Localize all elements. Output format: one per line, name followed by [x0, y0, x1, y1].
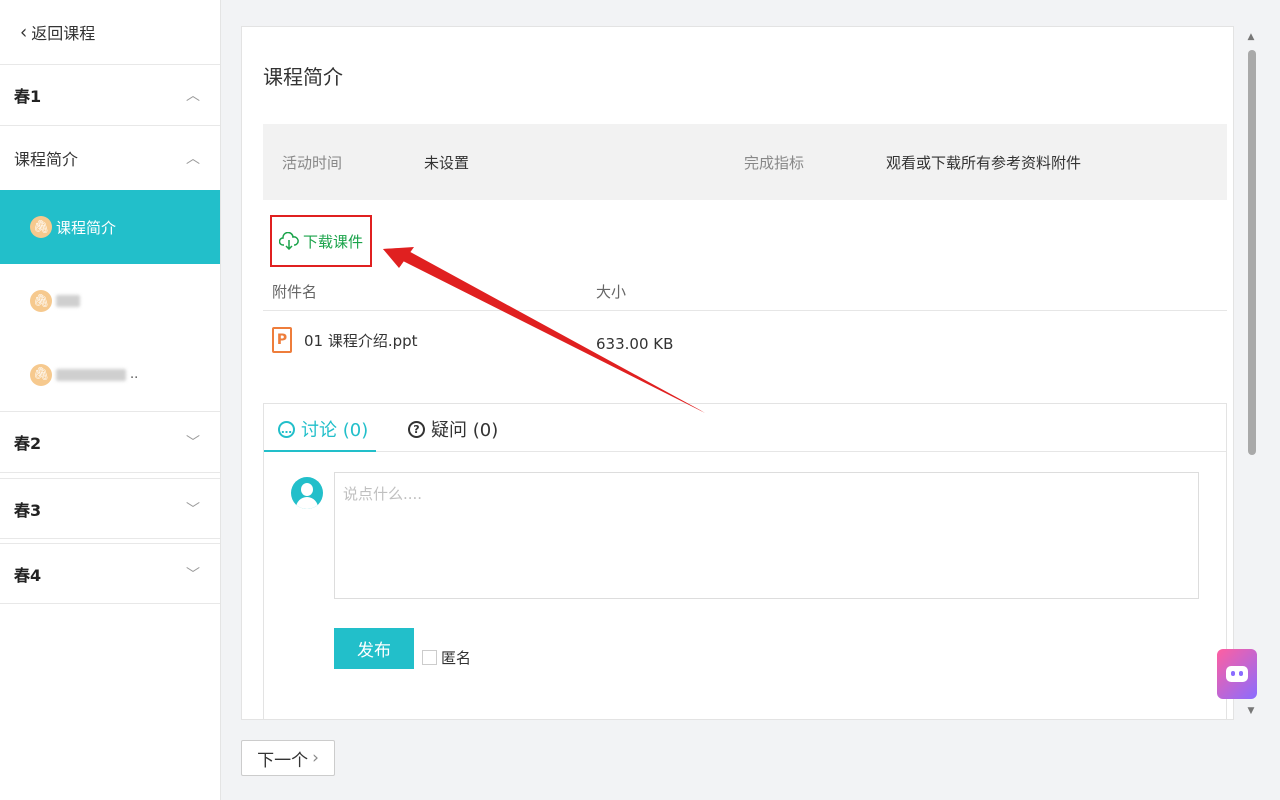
- scrollbar-thumb[interactable]: [1248, 50, 1256, 455]
- activity-time-label: 活动时间: [282, 153, 343, 172]
- column-header-name: 附件名: [272, 283, 318, 301]
- download-label: 下载课件: [302, 232, 363, 251]
- chevron-left-icon: ‹: [20, 20, 28, 44]
- attachment-size: 633.00 KB: [596, 335, 674, 353]
- tab-discussion[interactable]: … 讨论 (0): [278, 416, 368, 442]
- scroll-up-arrow-icon[interactable]: ▲: [1245, 32, 1257, 42]
- publish-button[interactable]: 发布: [334, 628, 414, 669]
- back-label: 返回课程: [31, 24, 96, 43]
- avatar: [291, 477, 323, 509]
- assistant-robot-button[interactable]: [1217, 649, 1257, 699]
- subsection-label: 课程简介: [14, 150, 79, 169]
- chevron-up-icon: ︿: [186, 88, 200, 104]
- download-courseware-button[interactable]: 下载课件: [270, 215, 372, 267]
- blurred-label: [56, 295, 80, 307]
- chevron-up-icon: ︿: [186, 151, 200, 167]
- next-label: 下一个: [257, 750, 309, 771]
- discussion-box: … 讨论 (0) ? 疑问 (0) 发布 匿名: [263, 403, 1227, 719]
- discussion-tabs: … 讨论 (0) ? 疑问 (0): [264, 404, 1226, 452]
- sidebar: ‹ 返回课程 春1 ︿ 课程简介 ︿ 🖇 课程简介 🖇 🖇 .. 春2 ﹀ 春3…: [0, 0, 221, 800]
- cloud-download-icon: [278, 232, 299, 250]
- paperclip-icon: 🖇: [30, 290, 52, 312]
- completion-label: 完成指标: [744, 153, 805, 172]
- chevron-right-icon: ›: [312, 748, 319, 768]
- question-icon: ?: [408, 420, 425, 438]
- completion-value: 观看或下载所有参考资料附件: [886, 153, 1082, 172]
- table-divider: [263, 310, 1227, 311]
- paperclip-icon: 🖇: [30, 216, 52, 238]
- sidebar-section-4[interactable]: 春4 ﹀: [0, 543, 220, 604]
- sidebar-item-blurred-1[interactable]: 🖇: [0, 264, 220, 338]
- chat-icon: …: [278, 420, 295, 438]
- blurred-label: [56, 368, 126, 381]
- tab-label: 疑问 (0): [431, 420, 499, 441]
- section-label: 春2: [14, 434, 42, 453]
- sidebar-section-1[interactable]: 春1 ︿: [0, 65, 220, 126]
- sidebar-section-2[interactable]: 春2 ﹀: [0, 412, 220, 473]
- ellipsis: ..: [130, 367, 139, 382]
- anonymous-checkbox[interactable]: [422, 650, 437, 665]
- activity-info-box: 活动时间 未设置 完成指标 观看或下载所有参考资料附件: [263, 124, 1227, 200]
- sidebar-item-intro[interactable]: 🖇 课程简介: [0, 190, 220, 264]
- anonymous-label: 匿名: [441, 649, 472, 667]
- comment-input[interactable]: [334, 472, 1199, 599]
- column-header-size: 大小: [596, 283, 627, 301]
- next-button[interactable]: 下一个 ›: [241, 740, 335, 776]
- chevron-down-icon: ﹀: [186, 435, 200, 451]
- robot-icon: [1226, 666, 1248, 682]
- scroll-down-arrow-icon[interactable]: ▼: [1245, 706, 1257, 716]
- sidebar-item-blurred-2[interactable]: 🖇 ..: [0, 338, 220, 412]
- active-tab-indicator: [264, 450, 376, 452]
- ppt-file-icon: P: [272, 327, 292, 353]
- scrollbar[interactable]: ▲ ▼: [1245, 30, 1257, 716]
- section-label: 春1: [14, 87, 42, 106]
- back-to-course-link[interactable]: ‹ 返回课程: [0, 0, 220, 65]
- section-label: 春3: [14, 500, 42, 520]
- content-panel: 课程简介 活动时间 未设置 完成指标 观看或下载所有参考资料附件 下载课件 附件…: [241, 26, 1234, 720]
- chevron-down-icon: ﹀: [186, 501, 200, 518]
- sidebar-section-3[interactable]: 春3 ﹀: [0, 478, 220, 539]
- activity-time-value: 未设置: [424, 153, 470, 172]
- anonymous-option[interactable]: 匿名: [422, 647, 471, 668]
- sidebar-item-label: 课程简介: [56, 218, 117, 237]
- tab-questions[interactable]: ? 疑问 (0): [408, 416, 498, 442]
- section-label: 春4: [14, 565, 42, 585]
- sidebar-subsection-intro[interactable]: 课程简介 ︿: [0, 126, 220, 190]
- chevron-down-icon: ﹀: [186, 566, 200, 583]
- attachment-file-link[interactable]: P 01 课程介绍.ppt: [272, 327, 418, 353]
- tab-label: 讨论 (0): [301, 420, 369, 441]
- attachment-name: 01 课程介绍.ppt: [304, 331, 418, 350]
- paperclip-icon: 🖇: [30, 363, 52, 386]
- page-title: 课程简介: [263, 65, 343, 89]
